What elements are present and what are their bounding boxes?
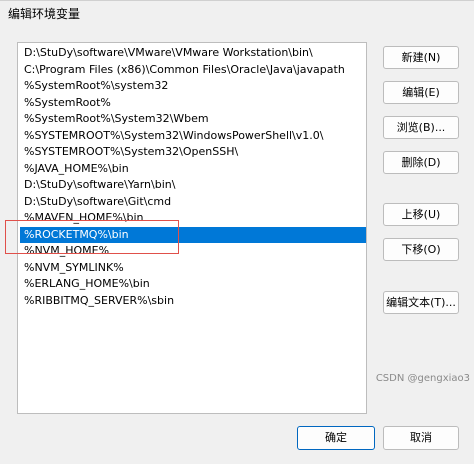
list-item[interactable]: %SystemRoot%	[20, 95, 366, 111]
list-item[interactable]: %SystemRoot%\System32\Wbem	[20, 111, 366, 127]
edit-env-variable-dialog: 编辑环境变量 D:\StuDy\software\VMware\VMware W…	[0, 0, 474, 464]
list-item[interactable]: D:\StuDy\software\Yarn\bin\	[20, 177, 366, 193]
path-list[interactable]: D:\StuDy\software\VMware\VMware Workstat…	[17, 42, 367, 414]
browse-button[interactable]: 浏览(B)...	[383, 116, 459, 139]
edit-text-button[interactable]: 编辑文本(T)...	[383, 291, 459, 314]
list-item[interactable]: %NVM_SYMLINK%	[20, 260, 366, 276]
list-item[interactable]: D:\StuDy\software\Git\cmd	[20, 194, 366, 210]
list-item-selected[interactable]: %ROCKETMQ%\bin	[20, 227, 366, 243]
list-item[interactable]: %NVM_HOME%	[20, 243, 366, 259]
list-item[interactable]: C:\Program Files (x86)\Common Files\Orac…	[20, 62, 366, 78]
list-item[interactable]: %JAVA_HOME%\bin	[20, 161, 366, 177]
move-down-button[interactable]: 下移(O)	[383, 238, 459, 261]
watermark-text: CSDN @gengxiao3	[375, 373, 470, 384]
list-item[interactable]: D:\StuDy\software\VMware\VMware Workstat…	[20, 45, 366, 61]
list-item[interactable]: %RIBBITMQ_SERVER%\sbin	[20, 293, 366, 309]
list-item[interactable]: %SYSTEMROOT%\System32\OpenSSH\	[20, 144, 366, 160]
new-button[interactable]: 新建(N)	[383, 46, 459, 69]
dialog-title: 编辑环境变量	[8, 7, 81, 21]
move-up-button[interactable]: 上移(U)	[383, 203, 459, 226]
list-item[interactable]: %ERLANG_HOME%\bin	[20, 276, 366, 292]
list-item[interactable]: %MAVEN_HOME%\bin	[20, 210, 366, 226]
list-item[interactable]: %SYSTEMROOT%\System32\WindowsPowerShell\…	[20, 128, 366, 144]
delete-button[interactable]: 删除(D)	[383, 151, 459, 174]
list-item[interactable]: %SystemRoot%\system32	[20, 78, 366, 94]
edit-button[interactable]: 编辑(E)	[383, 81, 459, 104]
cancel-button[interactable]: 取消	[383, 426, 459, 450]
ok-button[interactable]: 确定	[297, 426, 375, 450]
